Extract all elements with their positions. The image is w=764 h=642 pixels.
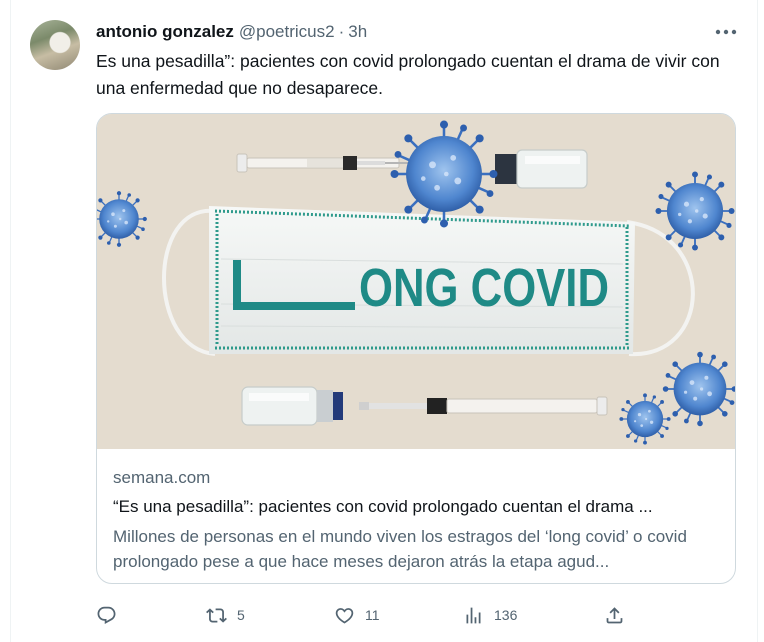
like-count: 11: [365, 607, 380, 623]
more-button[interactable]: [712, 20, 740, 44]
mask-label-text: ONG COVID: [359, 258, 609, 318]
timeline-border-right: [757, 0, 758, 642]
author-handle[interactable]: @poetricus2: [239, 22, 335, 42]
link-card[interactable]: ONG COVID semana.com “Es una pesadilla”:…: [96, 113, 736, 584]
retweet-count: 5: [237, 607, 245, 623]
tweet-text: Es una pesadilla”: pacientes con covid p…: [96, 51, 720, 98]
share-icon: [606, 606, 623, 623]
reply-button[interactable]: [96, 600, 127, 630]
card-domain: semana.com: [113, 468, 211, 487]
retweet-icon: [206, 607, 227, 623]
face-mask: ONG COVID: [209, 206, 635, 354]
tweet-time[interactable]: 3h: [348, 22, 367, 42]
more-icon: [715, 29, 737, 35]
top-vial: [495, 149, 588, 189]
share-button[interactable]: [604, 600, 625, 630]
views-icon: [466, 607, 481, 623]
card-description: Millones de personas en el mundo viven l…: [113, 527, 687, 571]
card-image[interactable]: ONG COVID: [97, 114, 735, 449]
timeline-border-left: [10, 0, 11, 642]
retweet-button[interactable]: 5: [206, 600, 245, 630]
author-name[interactable]: antonio gonzalez: [96, 22, 234, 42]
views-button[interactable]: 136: [463, 600, 517, 630]
separator-dot: ·: [338, 22, 345, 41]
like-icon: [335, 607, 354, 624]
card-title: “Es una pesadilla”: pacientes con covid …: [113, 497, 653, 516]
avatar[interactable]: [30, 20, 80, 70]
bottom-vial: [241, 386, 343, 426]
tweet-actions: 5 11 136: [96, 600, 636, 630]
tweet-header: antonio gonzalez @poetricus2 · 3h: [96, 20, 367, 44]
reply-icon: [97, 606, 116, 624]
like-button[interactable]: 11: [334, 600, 380, 630]
views-count: 136: [494, 607, 518, 623]
